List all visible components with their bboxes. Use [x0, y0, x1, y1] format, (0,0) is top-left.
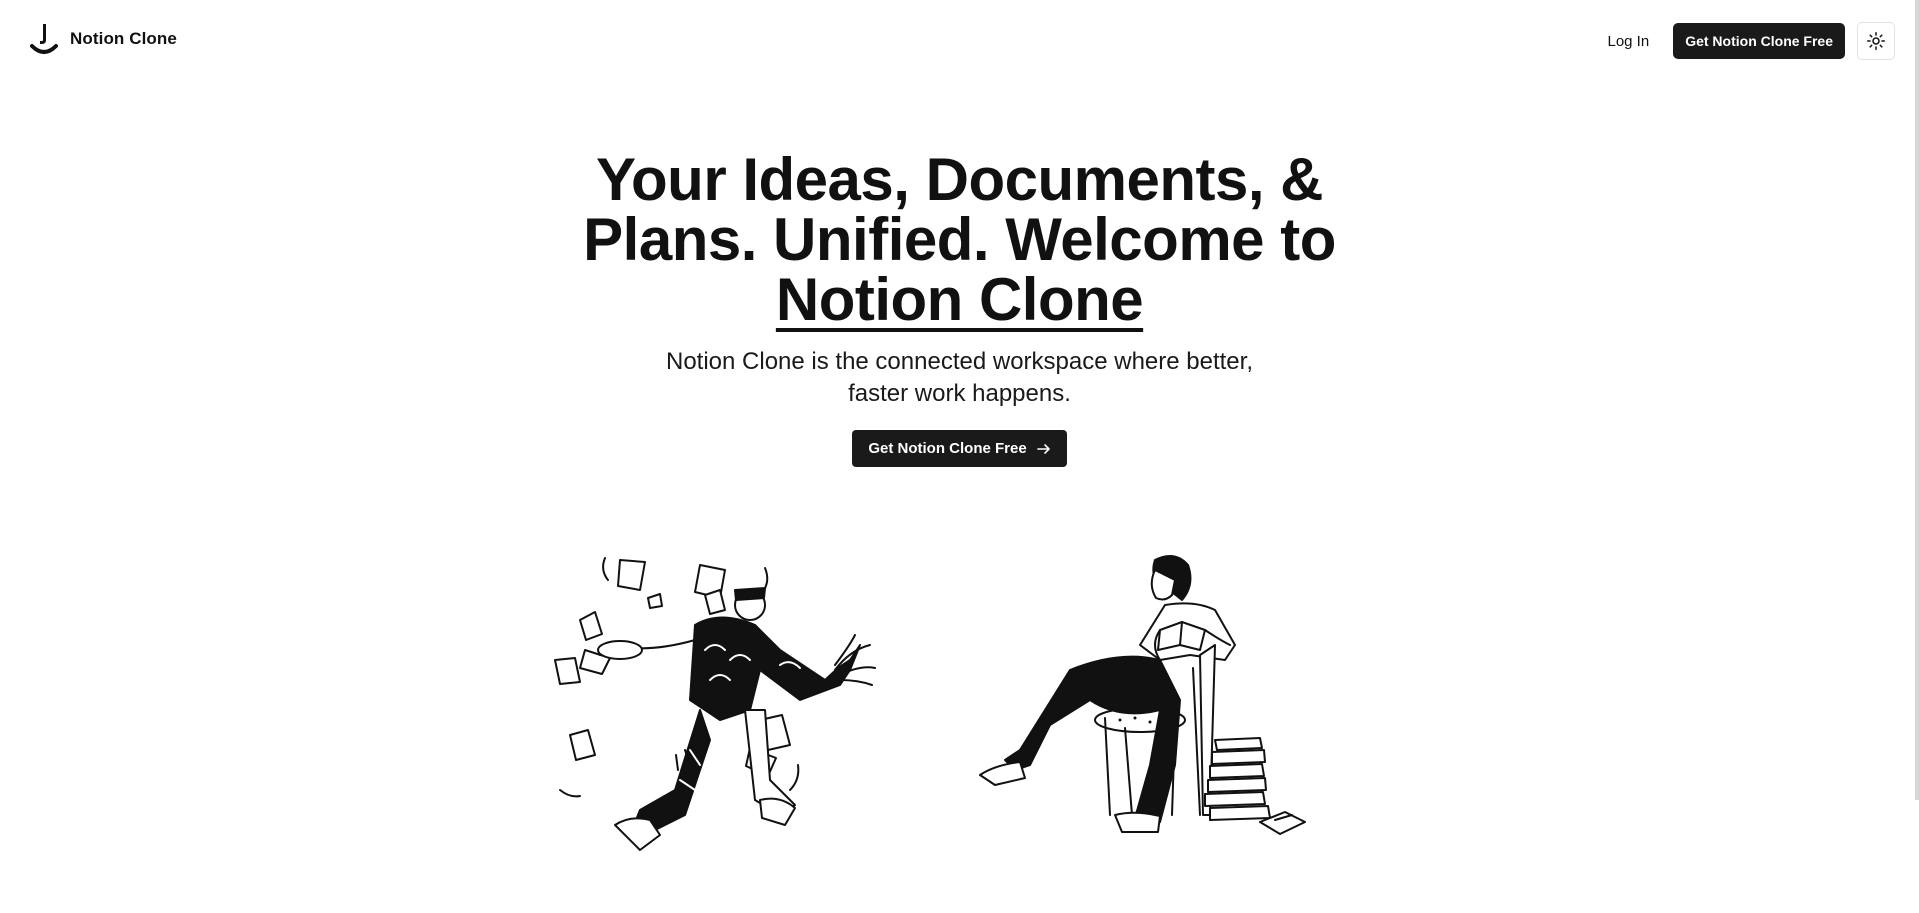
hero-title-brand: Notion Clone: [775, 266, 1144, 333]
hero-subtitle: Notion Clone is the connected workspace …: [665, 348, 1253, 407]
theme-toggle-button[interactable]: [1857, 22, 1895, 60]
hero-cta-label: Get Notion Clone Free: [868, 440, 1027, 457]
header-get-free-button[interactable]: Get Notion Clone Free: [1673, 23, 1845, 59]
hero-section: Your Ideas, Documents, & Plans. Unified.…: [0, 150, 1919, 467]
person-reading-in-chair-illustration: [979, 555, 1306, 835]
landing-page: Notion Clone Log In Get Notion Clone Fre…: [0, 0, 1919, 913]
brand-name: Notion Clone: [70, 29, 177, 48]
hero-illustrations: [550, 550, 1370, 860]
arrow-right-icon: [1036, 443, 1050, 454]
hero-title-text: Your Ideas, Documents, & Plans. Unified.…: [583, 146, 1336, 273]
brand-logo-icon: [30, 24, 58, 54]
person-juggling-papers-illustration: [554, 557, 876, 851]
login-button[interactable]: Log In: [1595, 25, 1661, 58]
brand[interactable]: Notion Clone: [28, 22, 177, 56]
hero-get-free-button[interactable]: Get Notion Clone Free: [852, 430, 1067, 467]
top-navbar: Notion Clone Log In Get Notion Clone Fre…: [0, 0, 1919, 80]
nav-actions: Log In Get Notion Clone Free: [1595, 22, 1895, 60]
sun-icon: [1867, 32, 1885, 50]
hero-title: Your Ideas, Documents, & Plans. Unified.…: [550, 150, 1370, 330]
